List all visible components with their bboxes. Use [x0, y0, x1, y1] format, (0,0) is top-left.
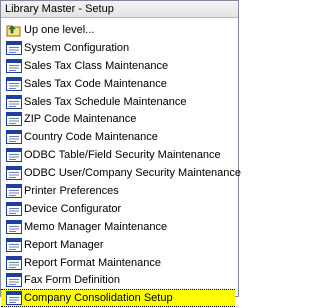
menu-list: Up one level... System Configuration Sales…	[1, 18, 242, 308]
menu-item-sales-tax-class-maintenance[interactable]: Sales Tax Class Maintenance	[1, 57, 238, 75]
program-icon	[6, 76, 22, 91]
program-icon	[6, 201, 22, 216]
menu-item-printer-preferences[interactable]: Printer Preferences	[1, 182, 238, 200]
menu-item-label: ODBC Table/Field Security Maintenance	[24, 149, 221, 162]
program-icon	[6, 291, 22, 306]
menu-item-label: Country Code Maintenance	[24, 131, 158, 144]
program-icon	[6, 130, 22, 145]
folder-up-icon	[6, 23, 22, 37]
menu-item-sales-tax-code-maintenance[interactable]: Sales Tax Code Maintenance	[1, 75, 238, 93]
menu-item-label: Printer Preferences	[24, 184, 119, 197]
program-icon	[6, 148, 22, 163]
menu-item-odbc-table-field-security-maintenance[interactable]: ODBC Table/Field Security Maintenance	[1, 146, 238, 164]
library-master-setup-panel: Library Master - Setup Up one level... Sy…	[0, 0, 241, 308]
menu-item-label: Sales Tax Schedule Maintenance	[24, 95, 187, 108]
menu-item-zip-code-maintenance[interactable]: ZIP Code Maintenance	[1, 110, 238, 128]
program-icon	[6, 40, 22, 55]
program-icon	[6, 273, 22, 288]
program-icon	[6, 166, 22, 181]
menu-item-company-consolidation-setup[interactable]: Company Consolidation Setup	[1, 289, 235, 308]
program-icon	[6, 237, 22, 252]
menu-item-country-code-maintenance[interactable]: Country Code Maintenance	[1, 128, 238, 146]
menu-item-label: Sales Tax Class Maintenance	[24, 59, 169, 72]
menu-item-label: Memo Manager Maintenance	[24, 220, 168, 233]
menu-item-report-manager[interactable]: Report Manager	[1, 236, 238, 254]
menu-item-label: System Configuration	[24, 41, 130, 54]
panel-title: Library Master - Setup	[1, 1, 238, 18]
menu-item-fax-form-definition[interactable]: Fax Form Definition	[1, 271, 238, 289]
menu-item-memo-manager-maintenance[interactable]: Memo Manager Maintenance	[1, 218, 238, 236]
program-icon	[6, 94, 22, 109]
menu-item-device-configurator[interactable]: Device Configurator	[1, 200, 238, 218]
menu-item-system-configuration[interactable]: System Configuration	[1, 39, 238, 57]
program-icon	[6, 183, 22, 198]
menu-item-label: Report Manager	[24, 238, 104, 251]
menu-item-sales-tax-schedule-maintenance[interactable]: Sales Tax Schedule Maintenance	[1, 93, 238, 111]
menu-item-label: Fax Form Definition	[24, 274, 120, 287]
menu-item-label: Device Configurator	[24, 202, 122, 215]
menu-item-label: Sales Tax Code Maintenance	[24, 77, 167, 90]
menu-item-label: Up one level...	[24, 23, 95, 36]
menu-item-label: Report Format Maintenance	[24, 256, 161, 269]
program-icon	[6, 112, 22, 127]
menu-item-label: ODBC User/Company Security Maintenance	[24, 167, 242, 180]
program-icon	[6, 58, 22, 73]
menu-item-up-one-level[interactable]: Up one level...	[1, 21, 238, 39]
program-icon	[6, 219, 22, 234]
menu-item-odbc-user-company-security-maintenance[interactable]: ODBC User/Company Security Maintenance	[1, 164, 242, 182]
menu-item-label: Company Consolidation Setup	[24, 292, 173, 305]
menu-item-label: ZIP Code Maintenance	[24, 113, 137, 126]
program-icon	[6, 255, 22, 270]
menu-item-report-format-maintenance[interactable]: Report Format Maintenance	[1, 254, 238, 272]
